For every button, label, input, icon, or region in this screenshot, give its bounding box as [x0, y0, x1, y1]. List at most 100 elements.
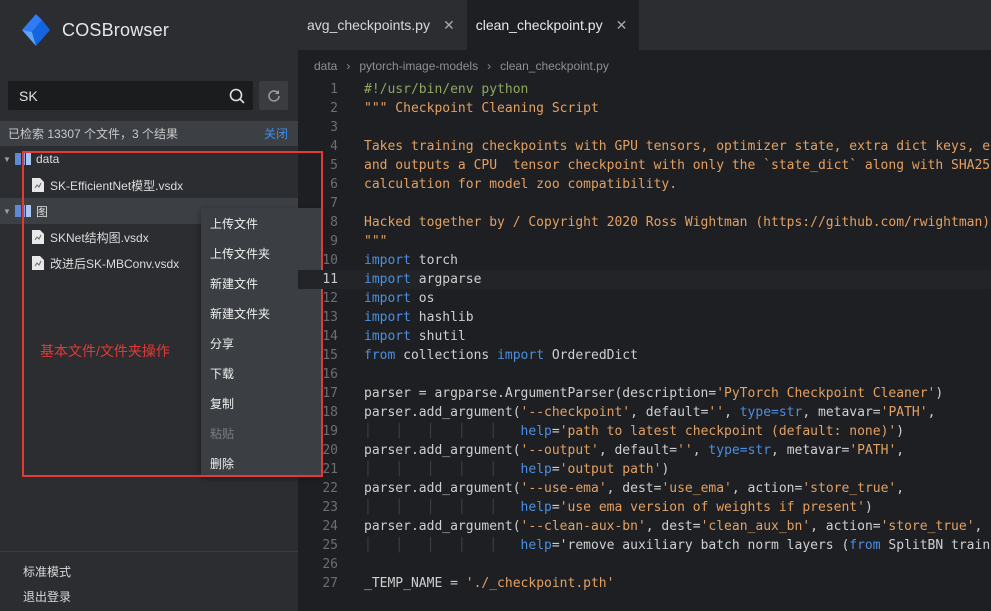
code-text: import hashlib — [364, 310, 474, 325]
code-line[interactable]: 9 """ — [298, 232, 991, 251]
line-number: 1 — [330, 82, 338, 97]
code-editor[interactable]: 1 #!/usr/bin/env python 2 """ Checkpoint Cl… — [298, 80, 991, 611]
code-line[interactable]: 15 from collections import OrderedDict — [298, 346, 991, 365]
chevron-right-icon: › — [346, 59, 351, 73]
line-number: 27 — [322, 576, 338, 591]
line-number: 16 — [322, 367, 338, 382]
code-line[interactable]: 5 and outputs a CPU tensor checkpoint wit… — [298, 156, 991, 175]
search-icon[interactable] — [228, 87, 246, 105]
line-number: 4 — [330, 139, 338, 154]
code-line[interactable]: 13 import hashlib — [298, 308, 991, 327]
code-line[interactable]: 22 parser.add_argument('--use-ema', dest=… — [298, 479, 991, 498]
line-number: 14 — [322, 329, 338, 344]
app-header: COSBrowser — [18, 12, 169, 48]
code-line[interactable]: 23 │ │ │ │ │ help='use ema version of wei… — [298, 498, 991, 517]
code-text: parser.add_argument('--output', default=… — [364, 443, 905, 458]
code-text: parser = argparse.ArgumentParser(descrip… — [364, 386, 944, 401]
code-line[interactable]: 10 import torch — [298, 251, 991, 270]
line-number: 6 — [330, 177, 338, 192]
code-line[interactable]: 4 Takes training checkpoints with GPU ten… — [298, 137, 991, 156]
tab-label: clean_checkpoint.py — [475, 17, 603, 33]
line-number: 18 — [322, 405, 338, 420]
code-text: #!/usr/bin/env python — [364, 82, 529, 97]
tab-label: avg_checkpoints.py — [307, 17, 430, 33]
code-text: parser.add_argument('--checkpoint', defa… — [364, 405, 936, 420]
expand-caret-icon[interactable]: ▼ — [3, 155, 13, 164]
code-text: parser.add_argument('--clean-aux-bn', de… — [364, 519, 983, 534]
annotation-highlight-box — [22, 151, 323, 477]
chevron-right-icon: › — [487, 59, 492, 73]
code-text: calculation for model zoo compatibility. — [364, 177, 678, 192]
code-line[interactable]: 19 │ │ │ │ │ help='path to latest checkpo… — [298, 422, 991, 441]
code-line[interactable]: 1 #!/usr/bin/env python — [298, 80, 991, 99]
close-tab-icon[interactable]: ✕ — [443, 17, 455, 34]
code-line[interactable]: 18 parser.add_argument('--checkpoint', de… — [298, 403, 991, 422]
expand-caret-icon[interactable]: ▼ — [3, 207, 13, 216]
standard-mode-link[interactable]: 标准模式 — [23, 563, 71, 580]
code-line[interactable]: 17 parser = argparse.ArgumentParser(descr… — [298, 384, 991, 403]
line-number: 8 — [330, 215, 338, 230]
code-line[interactable]: 25 │ │ │ │ │ help='remove auxiliary batch… — [298, 536, 991, 555]
line-number: 22 — [322, 481, 338, 496]
line-number: 7 — [330, 196, 338, 211]
search-result-bar: 已检索 13307 个文件，3 个结果 关闭 — [0, 121, 298, 146]
refresh-icon — [267, 89, 280, 102]
tab-avg-checkpoints[interactable]: avg_checkpoints.py ✕ — [298, 0, 467, 50]
breadcrumb-item[interactable]: clean_checkpoint.py — [500, 59, 609, 73]
line-number: 19 — [322, 424, 338, 439]
result-summary: 已检索 13307 个文件，3 个结果 — [8, 127, 179, 141]
code-line[interactable]: 20 parser.add_argument('--output', defaul… — [298, 441, 991, 460]
logout-link[interactable]: 退出登录 — [23, 588, 71, 605]
code-text: │ │ │ │ │ help='use ema version of weigh… — [364, 500, 873, 515]
tab-clean-checkpoint[interactable]: clean_checkpoint.py ✕ — [466, 0, 640, 50]
code-text: """ — [364, 234, 388, 249]
line-number: 23 — [322, 500, 338, 515]
code-line[interactable]: 2 """ Checkpoint Cleaning Script — [298, 99, 991, 118]
code-line[interactable]: 7 — [298, 194, 991, 213]
close-results-link[interactable]: 关闭 — [264, 125, 288, 142]
code-text: import os — [364, 291, 435, 306]
breadcrumb-item[interactable]: data — [314, 59, 337, 73]
line-number: 17 — [322, 386, 338, 401]
line-number: 2 — [330, 101, 338, 116]
line-number: 24 — [322, 519, 338, 534]
cos-logo-icon — [22, 14, 50, 46]
breadcrumb: data › pytorch-image-models › clean_chec… — [314, 58, 609, 74]
sidebar-divider — [0, 551, 298, 552]
close-tab-icon[interactable]: ✕ — [616, 17, 628, 34]
line-number: 13 — [322, 310, 338, 325]
search-input[interactable]: SK — [8, 81, 253, 110]
line-number: 9 — [330, 234, 338, 249]
line-number: 11 — [322, 272, 338, 287]
refresh-button[interactable] — [259, 81, 288, 110]
line-number: 10 — [322, 253, 338, 268]
code-text: Takes training checkpoints with GPU tens… — [364, 139, 991, 154]
code-text: _TEMP_NAME = './_checkpoint.pth' — [364, 576, 615, 591]
line-number: 12 — [322, 291, 338, 306]
breadcrumb-item[interactable]: pytorch-image-models — [359, 59, 478, 73]
code-line[interactable]: 3 — [298, 118, 991, 137]
code-line[interactable]: 12 import os — [298, 289, 991, 308]
code-line[interactable]: 24 parser.add_argument('--clean-aux-bn', … — [298, 517, 991, 536]
line-number: 20 — [322, 443, 338, 458]
code-line[interactable]: 14 import shutil — [298, 327, 991, 346]
app-title: COSBrowser — [62, 19, 170, 40]
editor-tabs: avg_checkpoints.py ✕ clean_checkpoint.py… — [298, 0, 991, 50]
code-text: import torch — [364, 253, 458, 268]
code-line[interactable]: 26 — [298, 555, 991, 574]
code-text: │ │ │ │ │ help='output path') — [364, 462, 670, 477]
code-text: and outputs a CPU tensor checkpoint with… — [364, 158, 991, 173]
code-line[interactable]: 27 _TEMP_NAME = './_checkpoint.pth' — [298, 574, 991, 593]
code-line[interactable]: 8 Hacked together by / Copyright 2020 Ros… — [298, 213, 991, 232]
code-line[interactable]: 21 │ │ │ │ │ help='output path') — [298, 460, 991, 479]
line-number: 5 — [330, 158, 338, 173]
code-text: Hacked together by / Copyright 2020 Ross… — [364, 215, 991, 230]
code-text: import shutil — [364, 329, 466, 344]
code-text: parser.add_argument('--use-ema', dest='u… — [364, 481, 905, 496]
code-text: """ Checkpoint Cleaning Script — [364, 101, 599, 116]
code-line[interactable]: 6 calculation for model zoo compatibility… — [298, 175, 991, 194]
line-number: 21 — [322, 462, 338, 477]
code-line[interactable]: 16 — [298, 365, 991, 384]
code-text: │ │ │ │ │ help='remove auxiliary batch n… — [364, 538, 991, 553]
code-line[interactable]: 11 import argparse — [298, 270, 991, 289]
